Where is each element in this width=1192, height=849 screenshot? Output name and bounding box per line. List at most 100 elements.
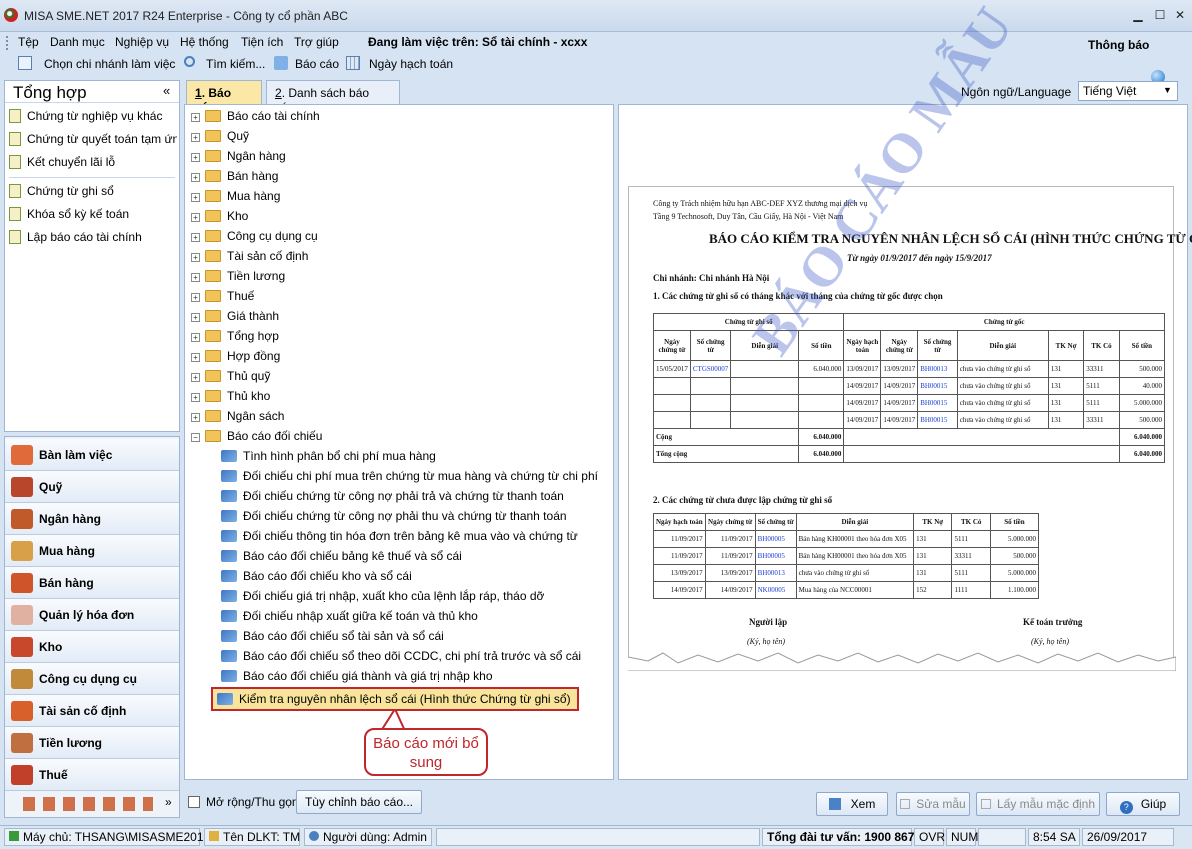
menu-system[interactable]: Hệ thống [180,35,229,49]
tree-folder[interactable]: + Hợp đồng [191,349,280,367]
view-button[interactable]: Xem [816,792,888,816]
expand-icon[interactable]: + [191,253,200,262]
branch-button[interactable]: Chọn chi nhánh làm việc [44,57,175,71]
tree-report[interactable]: Báo cáo đối chiếu kho và sổ cái [221,569,412,587]
tree-folder[interactable]: + Mua hàng [191,189,280,207]
expand-icon[interactable]: + [191,173,200,182]
nav-assets[interactable]: Tài sản cố định [5,695,179,727]
close-icon[interactable]: ✕ [1170,6,1190,24]
menu-utilities[interactable]: Tiện ích [241,35,283,49]
search-button[interactable]: Tìm kiếm... [206,57,265,71]
tree-report[interactable]: Đối chiếu giá trị nhập, xuất kho của lện… [221,589,544,607]
tree-report[interactable]: Báo cáo đối chiếu giá thành và giá trị n… [221,669,493,687]
tree-report[interactable]: Báo cáo đối chiếu bảng kê thuế và sổ cái [221,549,462,567]
default-template-button[interactable]: Lấy mẫu mặc định [976,792,1100,816]
expand-icon[interactable]: + [191,113,200,122]
cell-link[interactable]: BH00013 [917,360,958,378]
nav-stock[interactable]: Kho [5,631,179,663]
help-button[interactable]: ? Giúp [1106,792,1180,816]
tree-folder[interactable]: + Thuế [191,289,254,307]
expand-icon[interactable]: + [191,353,200,362]
summary-item[interactable]: Khóa sổ kỳ kế toán [9,207,177,225]
tree-report[interactable]: Báo cáo đối chiếu sổ tài sản và sổ cái [221,629,444,647]
preview-title: BÁO CÁO KIỂM TRA NGUYÊN NHÂN LỆCH SỔ CÁI… [709,231,1192,246]
cell-link[interactable]: BH00005 [754,530,797,548]
tree-folder[interactable]: + Kho [191,209,248,227]
tree-folder[interactable]: + Bán hàng [191,169,278,187]
tree-folder[interactable]: + Thủ quỹ [191,369,270,387]
tree-report[interactable]: Đối chiếu nhập xuất giữa kế toán và thủ … [221,609,478,627]
nav-sales[interactable]: Bán hàng [5,567,179,599]
tree-folder[interactable]: + Tổng hợp [191,329,279,347]
expand-icon[interactable]: + [191,133,200,142]
summary-item[interactable]: Chứng từ ghi sổ [9,184,177,202]
notice-link[interactable]: Thông báo [1088,38,1149,52]
more-icon[interactable]: » [165,795,172,809]
tree-report-selected[interactable]: Kiểm tra nguyên nhân lệch sổ cái (Hình t… [211,687,579,711]
mini-module-icons[interactable] [23,797,153,811]
minimize-icon[interactable]: ▁ [1128,6,1148,24]
tree-report[interactable]: Báo cáo đối chiếu sổ theo dõi CCDC, chi … [221,649,581,667]
tree-folder[interactable]: + Tài sản cố định [191,249,308,267]
nav-tools[interactable]: Công cụ dụng cụ [5,663,179,695]
tree-report[interactable]: Đối chiếu chi phí mua trên chứng từ mua … [221,469,598,487]
cell-link[interactable]: BH00015 [917,411,958,429]
nav-invoice[interactable]: Quản lý hóa đơn [5,599,179,631]
nav-purchase[interactable]: Mua hàng [5,535,179,567]
tree-folder[interactable]: + Thủ kho [191,389,270,407]
expand-icon[interactable]: + [191,333,200,342]
expand-icon[interactable]: + [191,393,200,402]
edit-template-button[interactable]: Sửa mẫu [896,792,970,816]
tree-folder[interactable]: − Báo cáo đối chiếu [191,429,322,447]
tree-folder[interactable]: + Ngân hàng [191,149,286,167]
collapse-node-icon[interactable]: − [191,433,200,442]
tab-reports[interactable]: 1. Báo cáo [186,80,262,114]
cell-link[interactable]: BH00005 [754,547,797,565]
maximize-icon[interactable]: ☐ [1150,6,1170,24]
menu-catalog[interactable]: Danh mục [50,35,105,49]
nav-desk[interactable]: Bàn làm việc [5,439,179,471]
tree-folder[interactable]: + Tiền lương [191,269,285,287]
expand-checkbox[interactable] [188,796,200,808]
tree-report[interactable]: Tình hình phân bổ chi phí mua hàng [221,449,436,467]
tree-folder[interactable]: + Quỹ [191,129,249,147]
tree-report[interactable]: Đối chiếu chứng từ công nợ phải thu và c… [221,509,567,527]
summary-item[interactable]: Chứng từ quyết toán tạm ứn... [9,132,177,150]
cell-link[interactable]: CTGS00007 [689,360,732,378]
expand-icon[interactable]: + [191,413,200,422]
summary-item[interactable]: Lập báo cáo tài chính [9,230,177,248]
expand-icon[interactable]: + [191,193,200,202]
tree-folder[interactable]: + Báo cáo tài chính [191,109,320,127]
posting-date-button[interactable]: Ngày hạch toán [369,57,453,71]
collapse-icon[interactable]: « [163,83,170,98]
tab-report-list[interactable]: 2. Danh sách báo cáo [266,80,400,114]
expand-icon[interactable]: + [191,293,200,302]
nav-salary[interactable]: Tiền lương [5,727,179,759]
cell-link[interactable]: BH00015 [917,394,958,412]
language-select[interactable]: Tiếng Việt ▼ [1078,81,1178,101]
expand-icon[interactable]: + [191,373,200,382]
nav-tax[interactable]: Thuế [5,759,179,791]
menu-file[interactable]: Tệp [18,35,39,49]
cell-link[interactable]: BH00013 [754,564,797,582]
report-button[interactable]: Báo cáo [295,57,339,71]
expand-icon[interactable]: + [191,273,200,282]
cell-link[interactable]: BH00015 [917,377,958,395]
expand-icon[interactable]: + [191,213,200,222]
menu-operations[interactable]: Nghiệp vụ [115,35,169,49]
summary-item[interactable]: Chứng từ nghiệp vụ khác [9,109,177,127]
customize-report-button[interactable]: Tùy chỉnh báo cáo... [296,790,422,814]
tree-folder[interactable]: + Công cụ dụng cụ [191,229,318,247]
cell-link[interactable]: NK00005 [754,581,797,599]
tree-report[interactable]: Đối chiếu chứng từ công nợ phải trả và c… [221,489,564,507]
summary-item[interactable]: Kết chuyển lãi lỗ [9,155,177,173]
expand-icon[interactable]: + [191,233,200,242]
tree-folder[interactable]: + Ngân sách [191,409,284,427]
tree-folder[interactable]: + Giá thành [191,309,279,327]
menu-help[interactable]: Trợ giúp [294,35,339,49]
tree-report[interactable]: Đối chiếu thông tin hóa đơn trên bảng kê… [221,529,578,547]
expand-icon[interactable]: + [191,313,200,322]
expand-icon[interactable]: + [191,153,200,162]
nav-bank[interactable]: Ngân hàng [5,503,179,535]
nav-cash[interactable]: Quỹ [5,471,179,503]
